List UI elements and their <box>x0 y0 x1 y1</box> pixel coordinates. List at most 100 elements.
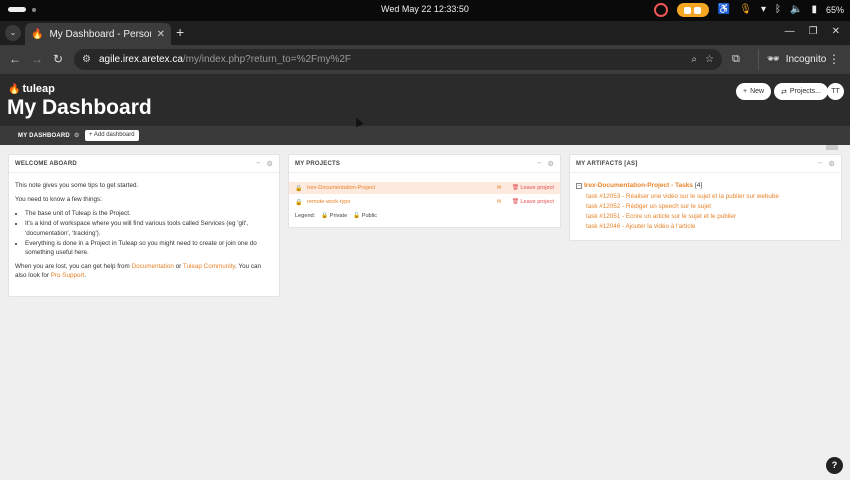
page-title: My Dashboard <box>7 96 152 119</box>
page: 🔥 tuleap My Dashboard + New ⇄ Projects..… <box>0 74 850 480</box>
projects-list: 🔒 Irex-Documentation-Project ✉ 🗑 Leave p… <box>289 173 560 222</box>
wifi-icon: ▾ <box>760 4 767 15</box>
layout-handle[interactable] <box>826 145 838 150</box>
browser-tab[interactable]: 🔥 My Dashboard - Personal ✕ <box>25 23 171 45</box>
record-icon <box>653 3 668 17</box>
projects-button[interactable]: ⇄ Projects... <box>774 83 828 100</box>
artifact-group: – Irex-Documentation-Project - Tasks [4]… <box>576 181 835 232</box>
app-header: 🔥 tuleap My Dashboard + New ⇄ Projects..… <box>0 74 850 126</box>
tab-my-dashboard-label: MY DASHBOARD <box>18 133 70 139</box>
community-link[interactable]: Tuleap Community <box>183 263 235 270</box>
tuleap-favicon-icon: 🔥 <box>31 28 44 40</box>
help-button[interactable]: ? <box>826 457 843 474</box>
tab-search-button[interactable]: ⌄ <box>5 25 21 41</box>
microphone-icon: 🎙 <box>739 4 752 15</box>
shuffle-icon: ⇄ <box>781 88 787 96</box>
minimize-widget-icon[interactable]: – <box>537 160 541 167</box>
artifact-group-header: – Irex-Documentation-Project - Tasks [4] <box>576 181 835 190</box>
help-text: When you are lost, you can get help from… <box>15 262 261 279</box>
documentation-link[interactable]: Documentation <box>132 263 174 270</box>
collapse-toggle-icon[interactable]: – <box>576 182 582 189</box>
project-row[interactable]: 🔒 Irex-Documentation-Project ✉ 🗑 Leave p… <box>289 182 560 194</box>
intro-text: This note gives you some tips to get sta… <box>15 182 139 189</box>
mail-icon[interactable]: ✉ <box>497 199 512 205</box>
widget-title: MY PROJECTS <box>295 160 341 167</box>
project-link[interactable]: Irex-Documentation-Project <box>307 185 497 191</box>
window-controls: — ❐ ✕ <box>785 26 840 37</box>
gear-icon[interactable]: ⚙ <box>74 133 80 139</box>
avatar[interactable]: TT <box>827 83 844 100</box>
window-close-icon[interactable]: ✕ <box>832 26 840 37</box>
projects-button-label: Projects... <box>789 88 821 95</box>
bookmark-star-icon[interactable]: ☆ <box>705 54 714 65</box>
new-button[interactable]: + New <box>736 83 772 100</box>
volume-icon: 🔈 <box>790 4 803 15</box>
mail-icon[interactable]: ✉ <box>497 185 512 191</box>
artifact-link[interactable]: task #12053 - Réaliser une vidéo sur le … <box>586 192 835 202</box>
minimize-widget-icon[interactable]: – <box>818 160 822 167</box>
widget-header: MY ARTIFACTS [AS] – ⚙ <box>570 155 841 173</box>
widget-my-projects: MY PROJECTS – ⚙ 🔒 Irex-Documentation-Pro… <box>288 154 561 228</box>
os-status-area[interactable]: ♿ 🎙 ▾ ᛒ 🔈 ▮ 65% <box>653 3 844 17</box>
widget-settings-icon[interactable]: ⚙ <box>548 160 554 168</box>
add-dashboard-button[interactable]: + Add dashboard <box>85 130 139 141</box>
incognito-icon: 🕶 <box>767 54 780 65</box>
tab-my-dashboard[interactable]: MY DASHBOARD ⚙ <box>18 132 80 139</box>
widget-settings-icon[interactable]: ⚙ <box>267 160 273 168</box>
forward-icon[interactable]: → <box>31 52 43 66</box>
artifact-group-link[interactable]: Irex-Documentation-Project - Tasks <box>584 181 693 190</box>
pro-support-link[interactable]: Pro Support <box>51 272 85 279</box>
minimize-icon[interactable]: — <box>785 26 795 37</box>
artifact-count: [4] <box>694 182 703 189</box>
artifact-link[interactable]: task #12051 - Ecrire un article sur le s… <box>586 212 835 222</box>
tuleap-logo-icon: 🔥 <box>8 83 21 95</box>
list-item: The base unit of Tuleap is the Project. <box>25 209 273 218</box>
accessibility-icon: ♿ <box>717 4 731 15</box>
artifact-link[interactable]: task #12046 - Ajouter la vidéo à l'artic… <box>586 222 835 232</box>
reload-icon[interactable]: ↻ <box>53 52 63 66</box>
legend-private: 🔒 Private <box>321 213 348 219</box>
dashboard-tabs: MY DASHBOARD ⚙ + Add dashboard <box>0 126 850 145</box>
maximize-icon[interactable]: ❐ <box>809 26 818 37</box>
incognito-indicator[interactable]: 🕶 Incognito <box>758 49 834 70</box>
need-to-know-text: You need to know a few things: <box>15 196 102 204</box>
list-item: Everything is done in a Project in Tulea… <box>25 239 273 257</box>
address-bar[interactable]: ⚙ agile.irex.aretex.ca/my/index.php?retu… <box>74 49 722 70</box>
new-tab-button[interactable]: + <box>176 24 184 40</box>
bluetooth-icon: ᛒ <box>775 4 782 15</box>
battery-percent: 65% <box>825 5 844 15</box>
tab-close-icon[interactable]: ✕ <box>157 29 165 40</box>
artifact-link[interactable]: task #12052 - Rédiger un speech sur le s… <box>586 202 835 212</box>
screencast-indicator[interactable] <box>676 3 709 17</box>
legend-label: Legend: <box>295 213 316 219</box>
add-dashboard-label: Add dashboard <box>93 132 135 138</box>
tuleap-logo[interactable]: 🔥 tuleap <box>8 83 55 95</box>
legend-public: 🔓 Public <box>353 213 377 219</box>
url-text[interactable]: agile.irex.aretex.ca/my/index.php?return… <box>99 54 683 65</box>
widget-body: This note gives you some tips to get sta… <box>9 173 279 293</box>
browser-menu-icon[interactable]: ⋮ <box>828 52 840 66</box>
project-link[interactable]: remote-work-typo <box>307 199 497 205</box>
list-item: It's a kind of workspace where you will … <box>25 219 273 237</box>
back-icon[interactable]: ← <box>9 52 21 66</box>
leave-project-link[interactable]: 🗑 Leave project <box>512 199 554 205</box>
zoom-icon[interactable]: ⌕ <box>691 54 697 65</box>
browser-tab-bar: ⌄ 🔥 My Dashboard - Personal ✕ + — ❐ ✕ <box>0 21 850 45</box>
leave-project-link[interactable]: 🗑 Leave project <box>512 185 554 191</box>
widget-body: – Irex-Documentation-Project - Tasks [4]… <box>570 173 841 240</box>
plus-icon: + <box>89 132 93 138</box>
widget-title: MY ARTIFACTS [AS] <box>576 160 638 167</box>
widget-my-artifacts: MY ARTIFACTS [AS] – ⚙ – Irex-Documentati… <box>569 154 842 241</box>
lock-icon: 🔒 <box>295 185 303 192</box>
minimize-widget-icon[interactable]: – <box>256 160 260 167</box>
site-info-icon[interactable]: ⚙ <box>82 54 91 65</box>
os-top-bar: Wed May 22 12:33:50 ♿ 🎙 ▾ ᛒ 🔈 ▮ 65% <box>0 0 850 21</box>
widget-welcome: WELCOME ABOARD – ⚙ This note gives you s… <box>8 154 280 297</box>
project-row[interactable]: 🔒 remote-work-typo ✉ 🗑 Leave project <box>289 196 560 208</box>
battery-icon: ▮ <box>811 4 817 15</box>
widget-title: WELCOME ABOARD <box>15 160 77 167</box>
browser-toolbar: ← → ↻ ⚙ agile.irex.aretex.ca/my/index.ph… <box>0 45 850 74</box>
extensions-icon[interactable]: ⧉ <box>732 53 740 66</box>
artifact-list: task #12053 - Réaliser une vidéo sur le … <box>586 192 835 232</box>
widget-settings-icon[interactable]: ⚙ <box>829 160 835 168</box>
